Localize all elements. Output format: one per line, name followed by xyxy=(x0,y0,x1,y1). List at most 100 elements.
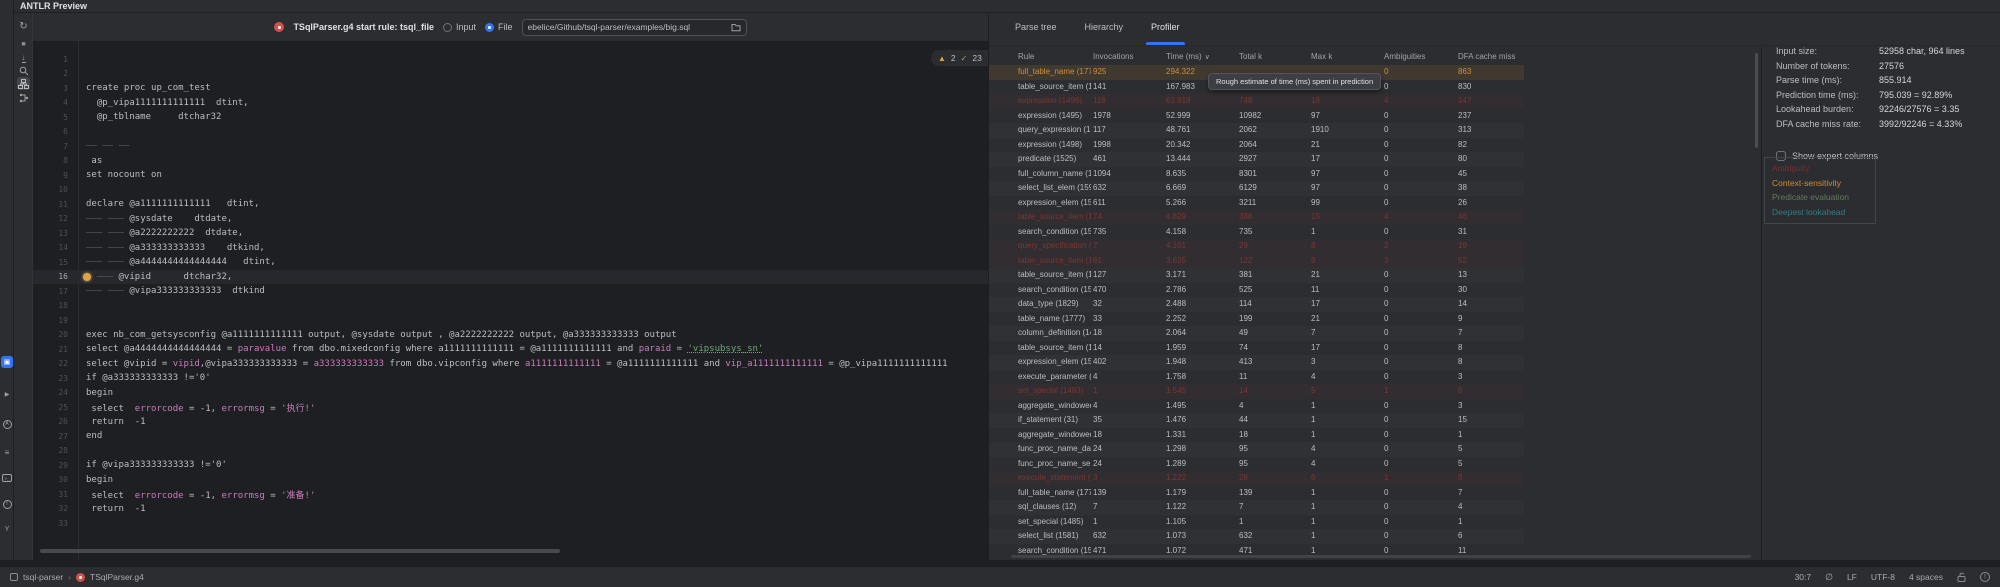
code-line[interactable]: 10 xyxy=(33,183,988,198)
profiler-row[interactable]: execute_parameter (1…41.75811403 xyxy=(989,370,1524,385)
project-window-icon[interactable] xyxy=(10,573,18,581)
column-header[interactable]: Total k xyxy=(1239,52,1262,61)
code-line[interactable]: 7—— —— —— xyxy=(33,139,988,154)
code-line[interactable]: 33 xyxy=(33,516,988,531)
code-line[interactable]: 17——— ——— @vipa333333333333 dtkind xyxy=(33,284,988,299)
profiler-row[interactable]: aggregate_windowed…181.33118101 xyxy=(989,428,1524,443)
profiler-row[interactable]: if_statement (31)351.476441015 xyxy=(989,413,1524,428)
inspections-widget[interactable]: ▲ 2 ✓ 23 ∧ ∨ xyxy=(931,50,988,66)
code-line[interactable]: 8 as xyxy=(33,154,988,169)
status-file-name[interactable]: TSqlParser.g4 xyxy=(90,572,144,582)
code-line[interactable]: 6 xyxy=(33,125,988,140)
problems-icon[interactable]: ! xyxy=(1,498,13,510)
code-line[interactable]: 14——— ——— @a333333333333 dtkind, xyxy=(33,241,988,256)
code-line[interactable]: 21select @a4444444444444444 = paravalue … xyxy=(33,342,988,357)
terminal-icon[interactable]: >_ xyxy=(1,472,13,484)
unlock-icon[interactable] xyxy=(1957,572,1966,582)
profiler-row[interactable]: select_list (1581)6321.073632106 xyxy=(989,529,1524,544)
profiler-table-header[interactable]: RuleInvocationsTime (ms)∨Total kMax kAmb… xyxy=(989,52,1749,64)
code-line[interactable]: 16 ——— @vipid dtchar32, xyxy=(33,270,988,285)
code-line[interactable]: 18 xyxy=(33,299,988,314)
profiler-row[interactable]: full_column_name (17…10948.635830197045 xyxy=(989,167,1524,182)
refresh-icon[interactable]: ↻ xyxy=(17,20,30,33)
hierarchy-icon[interactable] xyxy=(17,77,30,90)
antlr-tool-icon[interactable]: A xyxy=(1,418,13,430)
column-header[interactable]: Time (ms)∨ xyxy=(1166,52,1210,61)
code-line[interactable]: 24begin xyxy=(33,386,988,401)
code-area[interactable]: 123create proc up_com_test4 @p_vipa11111… xyxy=(33,41,988,531)
file-radio[interactable]: File xyxy=(485,22,513,32)
table-horizontal-scrollbar[interactable] xyxy=(1011,555,1751,558)
profiler-row[interactable]: func_proc_name_serv…241.28995405 xyxy=(989,457,1524,472)
profiler-row[interactable]: table_source_item (15…1273.17138121013 xyxy=(989,268,1524,283)
code-line[interactable]: 1 xyxy=(33,52,988,67)
code-line[interactable]: 13——— ——— @a2222222222 dtdate, xyxy=(33,226,988,241)
radio-off-icon[interactable] xyxy=(443,23,452,32)
code-line[interactable]: 5 @p_tblname dtchar32 xyxy=(33,110,988,125)
code-line[interactable]: 22select @vipid = vipid,@vipa33333333333… xyxy=(33,357,988,372)
profiler-row[interactable]: table_name (1777)332.2521992109 xyxy=(989,312,1524,327)
code-line[interactable]: 9set nocount on xyxy=(33,168,988,183)
profiler-row[interactable]: query_expression (1527)11748.76120621910… xyxy=(989,123,1524,138)
editor-horizontal-scrollbar[interactable] xyxy=(40,549,560,553)
tab-parse-tree[interactable]: Parse tree xyxy=(1015,22,1057,45)
profiler-row[interactable]: expression_elem (1589)4021.948413308 xyxy=(989,355,1524,370)
search-icon[interactable] xyxy=(17,64,30,77)
column-header[interactable]: Max k xyxy=(1311,52,1332,61)
file-path-value[interactable]: ebelice/Github/tsql-parser/examples/big.… xyxy=(528,22,727,32)
folder-icon[interactable] xyxy=(731,23,741,32)
code-line[interactable]: 15——— ——— @a4444444444444444 dtint, xyxy=(33,255,988,270)
code-line[interactable]: 27end xyxy=(33,429,988,444)
profiler-row[interactable]: table_source_item (15…613.6251229352 xyxy=(989,254,1524,269)
stop-icon[interactable]: ■ xyxy=(17,38,30,51)
code-line[interactable]: 19 xyxy=(33,313,988,328)
profiler-row[interactable]: data_type (1829)322.48811417014 xyxy=(989,297,1524,312)
profiler-row[interactable]: aggregate_windowed…41.4954103 xyxy=(989,399,1524,414)
code-line[interactable]: 3create proc up_com_test xyxy=(33,81,988,96)
profiler-row[interactable]: query_specification (…74.101298219 xyxy=(989,239,1524,254)
profiler-row[interactable]: sql_clauses (12)71.1227104 xyxy=(989,500,1524,515)
code-line[interactable]: 12——— ——— @sysdate dtdate, xyxy=(33,212,988,227)
profiler-row[interactable]: expression (1496)11663.919748184147 xyxy=(989,94,1524,109)
code-line[interactable]: 11declare @a1111111111111 dtint, xyxy=(33,197,988,212)
code-line[interactable]: 25 select errorcode = -1, errormsg = '执行… xyxy=(33,400,988,415)
code-line[interactable]: 26 return -1 xyxy=(33,415,988,430)
highlighting-off-icon[interactable]: ∅ xyxy=(1825,572,1833,583)
profiler-row[interactable]: set_special (1485)11.1051101 xyxy=(989,515,1524,530)
indent-setting[interactable]: 4 spaces xyxy=(1909,572,1943,582)
encoding[interactable]: UTF-8 xyxy=(1871,572,1895,582)
profiler-row[interactable]: search_condition (1517)4702.78652511030 xyxy=(989,283,1524,298)
profiler-row[interactable]: table_source_item (15…141.959741708 xyxy=(989,341,1524,356)
profiler-row[interactable]: execute_statement (…31.22228619 xyxy=(989,471,1524,486)
code-line[interactable]: 23if @a333333333333 !='0' xyxy=(33,371,988,386)
profiler-row[interactable]: expression (1498)199820.342206421082 xyxy=(989,138,1524,153)
profiler-row[interactable]: full_table_name (1773)1391.179139107 xyxy=(989,486,1524,501)
profiler-row[interactable]: column_definition (1421)182.06449707 xyxy=(989,326,1524,341)
antlr-preview-icon[interactable]: ▣ xyxy=(1,356,13,368)
code-line[interactable]: 28 xyxy=(33,444,988,459)
tab-hierarchy[interactable]: Hierarchy xyxy=(1085,22,1124,45)
file-path-input[interactable]: ebelice/Github/tsql-parser/examples/big.… xyxy=(522,19,747,36)
intention-bulb-icon[interactable] xyxy=(83,273,91,281)
code-line[interactable]: 32 return -1 xyxy=(33,502,988,517)
input-radio[interactable]: Input xyxy=(443,22,476,32)
caret-position[interactable]: 30:7 xyxy=(1795,572,1812,582)
column-header[interactable]: Ambiguities xyxy=(1384,52,1425,61)
code-line[interactable]: 4 @p_vipa1111111111111 dtint, xyxy=(33,96,988,111)
status-project-name[interactable]: tsql-parser xyxy=(23,572,63,582)
radio-on-icon[interactable] xyxy=(485,23,494,32)
profiler-row[interactable]: expression_elem (1590)6115.266321199026 xyxy=(989,196,1524,211)
code-line[interactable]: 2 xyxy=(33,67,988,82)
layers-icon[interactable]: ≡ xyxy=(1,446,13,458)
profiler-row[interactable]: select_list_elem (1592)6326.669612997038 xyxy=(989,181,1524,196)
structure-icon[interactable] xyxy=(17,91,30,104)
code-line[interactable]: 30begin xyxy=(33,473,988,488)
table-vertical-scrollbar[interactable] xyxy=(1755,53,1758,148)
profiler-row[interactable]: set_special (1483)11.54514516 xyxy=(989,384,1524,399)
branch-icon[interactable]: Y xyxy=(1,523,13,535)
column-header[interactable]: Invocations xyxy=(1093,52,1133,61)
code-line[interactable]: 20exec nb_com_getsysconfig @a11111111111… xyxy=(33,328,988,343)
profiler-row[interactable]: expression (1495)197852.99910982970237 xyxy=(989,109,1524,124)
tab-profiler[interactable]: Profiler xyxy=(1151,22,1180,45)
profiler-row[interactable]: search_condition (1519)7354.1587351031 xyxy=(989,225,1524,240)
